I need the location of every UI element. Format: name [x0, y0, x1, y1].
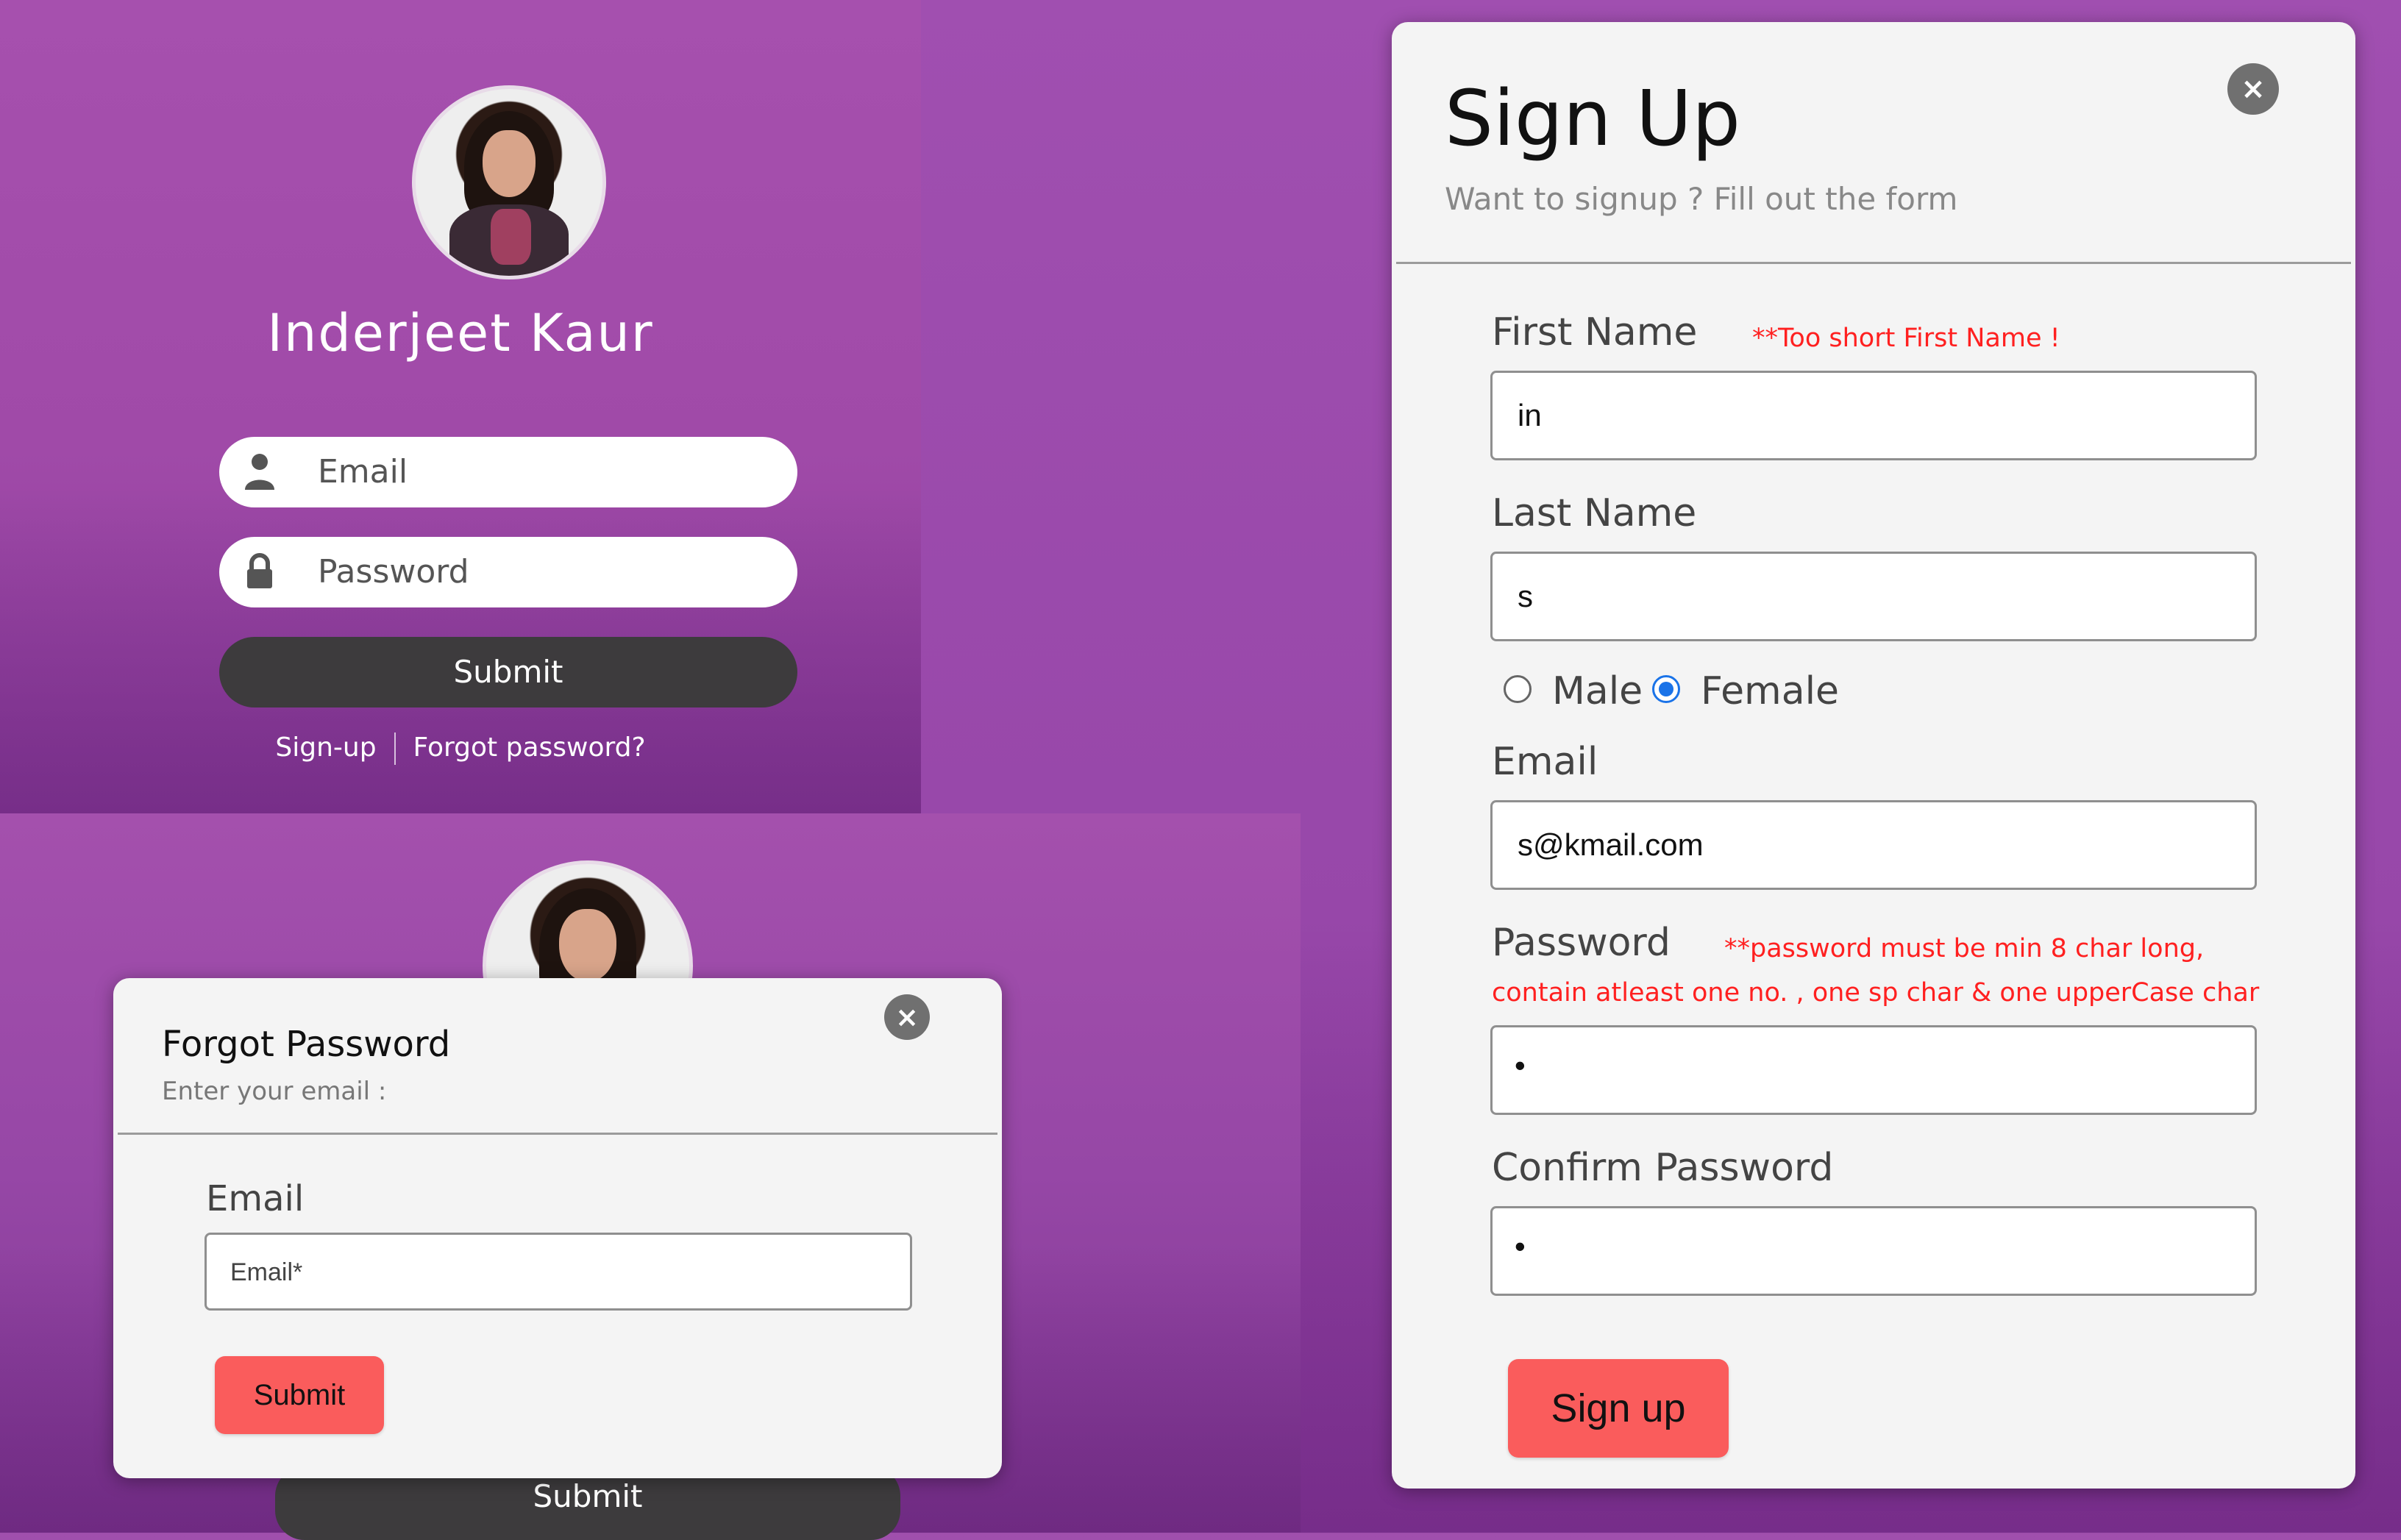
gender-radio-male[interactable] — [1504, 675, 1532, 703]
login-submit-button[interactable]: Submit — [219, 637, 797, 707]
avatar — [412, 85, 606, 279]
email-label: Email — [1492, 740, 1598, 784]
confirm-password-value: • — [1515, 1229, 1526, 1263]
signup-email-input[interactable]: s@kmail.com — [1490, 800, 2257, 890]
first-name-value: in — [1518, 398, 1542, 432]
last-name-value: s — [1518, 579, 1533, 613]
gender-label-male: Male — [1552, 669, 1643, 713]
email-placeholder: Email — [318, 453, 408, 491]
email-input[interactable]: Email — [219, 437, 797, 507]
email-value: s@kmail.com — [1518, 827, 1704, 862]
forgot-password-modal: × Forgot Password Enter your email : Ema… — [113, 978, 1002, 1478]
password-value: • — [1515, 1048, 1526, 1083]
confirm-password-input[interactable]: • — [1490, 1206, 2257, 1296]
modal-subtitle: Enter your email : — [162, 1077, 387, 1106]
password-error-line2: contain atleast one no. , one sp char & … — [1492, 978, 2260, 1008]
last-name-input[interactable]: s — [1490, 552, 2257, 641]
first-name-input[interactable]: in — [1490, 371, 2257, 460]
signup-modal: × Sign Up Want to signup ? Fill out the … — [1392, 22, 2355, 1489]
email-placeholder: Email* — [230, 1258, 303, 1286]
password-input[interactable]: Password — [219, 537, 797, 607]
link-separator — [394, 732, 396, 765]
modal-subtitle: Want to signup ? Fill out the form — [1445, 181, 1958, 217]
modal-divider — [118, 1133, 997, 1135]
password-error-line1: **password must be min 8 char long, — [1724, 934, 2205, 963]
login-links: Sign-up Forgot password? — [0, 732, 921, 765]
close-icon[interactable]: × — [2227, 63, 2279, 115]
forgot-submit-button[interactable]: Submit — [215, 1356, 384, 1434]
user-icon — [245, 454, 274, 490]
signup-link[interactable]: Sign-up — [275, 732, 376, 763]
password-label: Password — [1492, 921, 1671, 965]
modal-title: Sign Up — [1445, 74, 1741, 163]
password-input[interactable]: • — [1490, 1025, 2257, 1115]
confirm-password-label: Confirm Password — [1492, 1146, 1834, 1190]
forgot-password-link[interactable]: Forgot password? — [413, 732, 646, 763]
email-label: Email — [206, 1178, 305, 1219]
forgot-email-input[interactable]: Email* — [204, 1233, 912, 1311]
password-placeholder: Password — [318, 553, 469, 591]
close-icon[interactable]: × — [884, 994, 930, 1040]
gender-label-female: Female — [1701, 669, 1840, 713]
first-name-error: **Too short First Name ! — [1752, 324, 2060, 353]
modal-title: Forgot Password — [162, 1024, 451, 1065]
user-name: Inderjeet Kaur — [267, 303, 654, 363]
modal-divider — [1396, 262, 2351, 264]
signup-button[interactable]: Sign up — [1508, 1359, 1729, 1458]
last-name-label: Last Name — [1492, 491, 1697, 535]
lock-icon — [247, 553, 272, 588]
first-name-label: First Name — [1492, 310, 1698, 354]
gender-radio-female[interactable] — [1652, 675, 1680, 703]
